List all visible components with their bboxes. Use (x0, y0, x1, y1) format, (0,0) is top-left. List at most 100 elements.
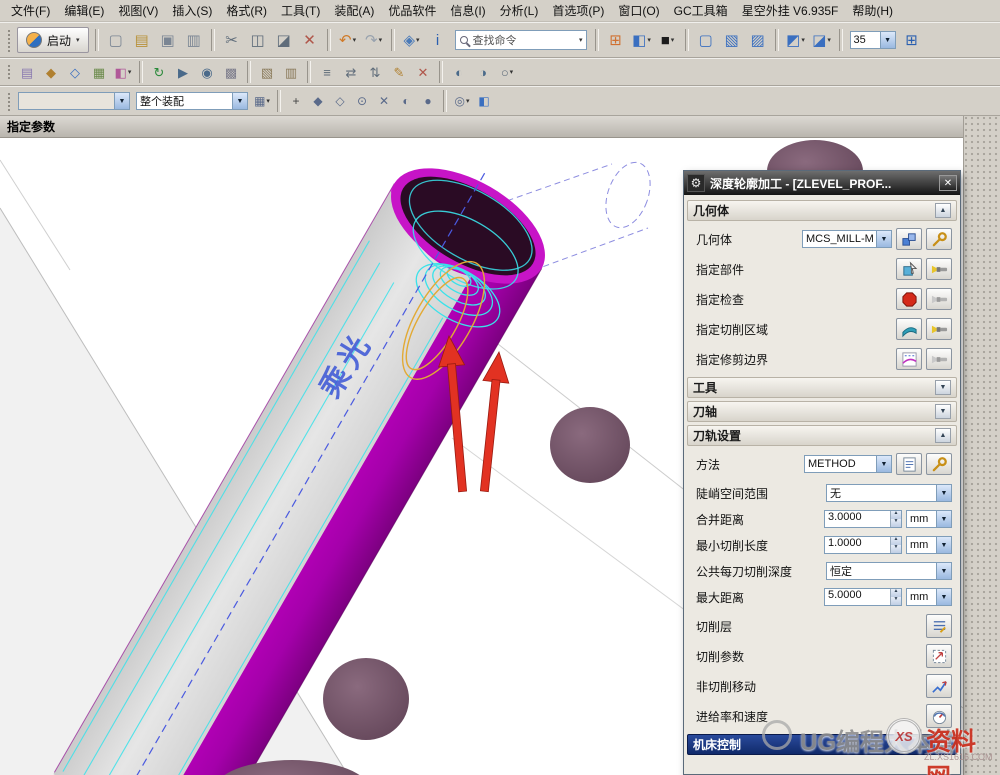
pan-view-icon[interactable]: ◪▾ (809, 27, 835, 53)
face-analysis-icon[interactable]: ▨ (745, 27, 771, 53)
toolbar-grip[interactable] (6, 63, 11, 81)
spinner[interactable]: ▲▼ (890, 589, 901, 605)
cutting-parameters-button[interactable] (926, 644, 952, 668)
display-cut-area-button[interactable] (926, 318, 952, 340)
delete-toolpath-icon[interactable]: ✕ (411, 61, 435, 83)
dropdown-arrow-icon[interactable]: ▼ (876, 456, 891, 472)
rotate-view-icon[interactable]: ◩▾ (783, 27, 809, 53)
menu-format[interactable]: 格式(R) (219, 0, 274, 21)
new-geometry-button[interactable] (896, 228, 922, 250)
render-style-icon[interactable]: ■▾ (655, 27, 681, 53)
select-trim-boundary-button[interactable] (896, 348, 922, 370)
cut-levels-button[interactable] (926, 614, 952, 638)
save-icon[interactable]: ▣ (155, 27, 181, 53)
replay-toolpath-icon[interactable]: ▶ (171, 61, 195, 83)
generate-toolpath-icon[interactable]: ↻ (147, 61, 171, 83)
feeds-speeds-button[interactable] (926, 704, 952, 728)
open-icon[interactable]: ▤ (129, 27, 155, 53)
search-input[interactable] (473, 34, 561, 46)
menu-youpin-software[interactable]: 优品软件 (381, 0, 443, 21)
dropdown-arrow-icon[interactable]: ▼ (880, 32, 895, 48)
create-geometry-icon[interactable]: ◇ (63, 61, 87, 83)
type-filter-combo[interactable]: ▼ (18, 92, 130, 110)
create-tool-icon[interactable]: ◆ (39, 61, 63, 83)
menu-help[interactable]: 帮助(H) (845, 0, 900, 21)
menu-information[interactable]: 信息(I) (443, 0, 492, 21)
list-toolpath-icon[interactable]: ≡ (315, 61, 339, 83)
display-part-button[interactable] (926, 258, 952, 280)
create-operation-icon[interactable]: ◧▾ (111, 61, 135, 83)
geometry-combo[interactable]: MCS_MILL-M ▼ (802, 230, 892, 248)
collapse-icon[interactable]: ▲ (935, 203, 951, 218)
feed-rate-icon[interactable]: ◑ (471, 61, 495, 83)
snap-center-icon[interactable]: ⊙ (351, 91, 373, 111)
selection-scope-combo[interactable]: 整个装配 ▼ (136, 92, 248, 110)
command-finder[interactable]: ▾ (455, 30, 587, 50)
non-cutting-moves-button[interactable] (926, 674, 952, 698)
section-geometry-header[interactable]: 几何体 ▲ (687, 200, 957, 221)
layer-settings-icon[interactable]: ⊞ (899, 27, 925, 53)
menu-preferences[interactable]: 首选项(P) (545, 0, 611, 21)
menu-assembly[interactable]: 装配(A) (327, 0, 381, 21)
snap-point-icon[interactable]: + (285, 91, 307, 111)
merge-distance-unit-combo[interactable]: mm ▼ (906, 510, 952, 528)
menu-analysis[interactable]: 分析(L) (493, 0, 546, 21)
machine-simulate-icon[interactable]: ▩ (219, 61, 243, 83)
snap-endpoint-icon[interactable]: ◆ (307, 91, 329, 111)
select-cut-area-button[interactable] (896, 318, 922, 340)
expand-icon[interactable]: ▼ (935, 404, 951, 419)
dropdown-arrow-icon[interactable]: ▼ (936, 537, 951, 553)
redo-icon[interactable]: ↷▾ (361, 27, 387, 53)
spinner[interactable]: ▲▼ (890, 537, 901, 553)
section-machine-control-header[interactable]: 机床控制 ▼ (687, 734, 957, 755)
select-check-button[interactable] (896, 288, 922, 310)
dropdown-arrow-icon[interactable]: ▼ (876, 231, 891, 247)
steep-range-combo[interactable]: 无 ▼ (826, 484, 952, 502)
snap-quadrant-icon[interactable]: ◐ (395, 91, 417, 111)
select-part-button[interactable] (896, 258, 922, 280)
new-file-icon[interactable]: ▢ (103, 27, 129, 53)
verify-toolpath-icon[interactable]: ◉ (195, 61, 219, 83)
edit-toolpath-icon[interactable]: ✎ (387, 61, 411, 83)
cut-icon[interactable]: ✂ (219, 27, 245, 53)
create-method-icon[interactable]: ▦ (87, 61, 111, 83)
menu-edit[interactable]: 编辑(E) (57, 0, 111, 21)
edit-method-button[interactable] (926, 453, 952, 475)
window-layout-icon[interactable]: ⊞ (603, 27, 629, 53)
menu-window[interactable]: 窗口(O) (611, 0, 666, 21)
collapse-icon[interactable]: ▲ (935, 428, 951, 443)
toolbar-grip[interactable] (6, 28, 11, 52)
menu-starsky-plugin[interactable]: 星空外挂 V6.935F (735, 0, 846, 21)
snap-point-on-face-icon[interactable]: ◎▾ (451, 91, 473, 111)
resource-bar-strip[interactable] (963, 116, 1000, 775)
create-program-icon[interactable]: ▤ (15, 61, 39, 83)
display-trim-boundary-button[interactable] (926, 348, 952, 370)
transform-toolpath-icon[interactable]: ⇅ (363, 61, 387, 83)
menu-gc-toolbox[interactable]: GC工具箱 (667, 0, 735, 21)
snap-existing-point-icon[interactable]: ● (417, 91, 439, 111)
max-distance-field[interactable]: 5.0000 ▲▼ (824, 588, 902, 606)
min-cut-length-field[interactable]: 1.0000 ▲▼ (824, 536, 902, 554)
menu-insert[interactable]: 插入(S) (165, 0, 219, 21)
undo-icon[interactable]: ↶▾ (335, 27, 361, 53)
delete-icon[interactable]: ✕ (297, 27, 323, 53)
snap-midpoint-icon[interactable]: ◇ (329, 91, 351, 111)
dropdown-arrow-icon[interactable]: ▼ (232, 93, 247, 109)
information-icon[interactable]: i (425, 27, 451, 53)
wireframe-display-icon[interactable]: ▢ (693, 27, 719, 53)
dropdown-arrow-icon[interactable]: ▼ (936, 485, 951, 501)
min-cut-length-unit-combo[interactable]: mm ▼ (906, 536, 952, 554)
dropdown-arrow-icon[interactable]: ▼ (114, 93, 129, 109)
view-orient-icon[interactable]: ◈▾ (399, 27, 425, 53)
edit-geometry-button[interactable] (926, 228, 952, 250)
selection-filter-icon[interactable]: ▦▾ (251, 91, 273, 111)
dropdown-arrow-icon[interactable]: ▼ (936, 589, 951, 605)
spinner[interactable]: ▲▼ (890, 511, 901, 527)
section-path-settings-header[interactable]: 刀轨设置 ▲ (687, 425, 957, 446)
wcs-dynamics-icon[interactable]: ◧ (473, 91, 495, 111)
hidden-edge-display-icon[interactable]: ▧ (719, 27, 745, 53)
toolbar-grip[interactable] (6, 91, 11, 111)
synchronize-icon[interactable]: ⇄ (339, 61, 363, 83)
start-menu-button[interactable]: 启动 ▾ (17, 27, 89, 53)
merge-distance-field[interactable]: 3.0000 ▲▼ (824, 510, 902, 528)
